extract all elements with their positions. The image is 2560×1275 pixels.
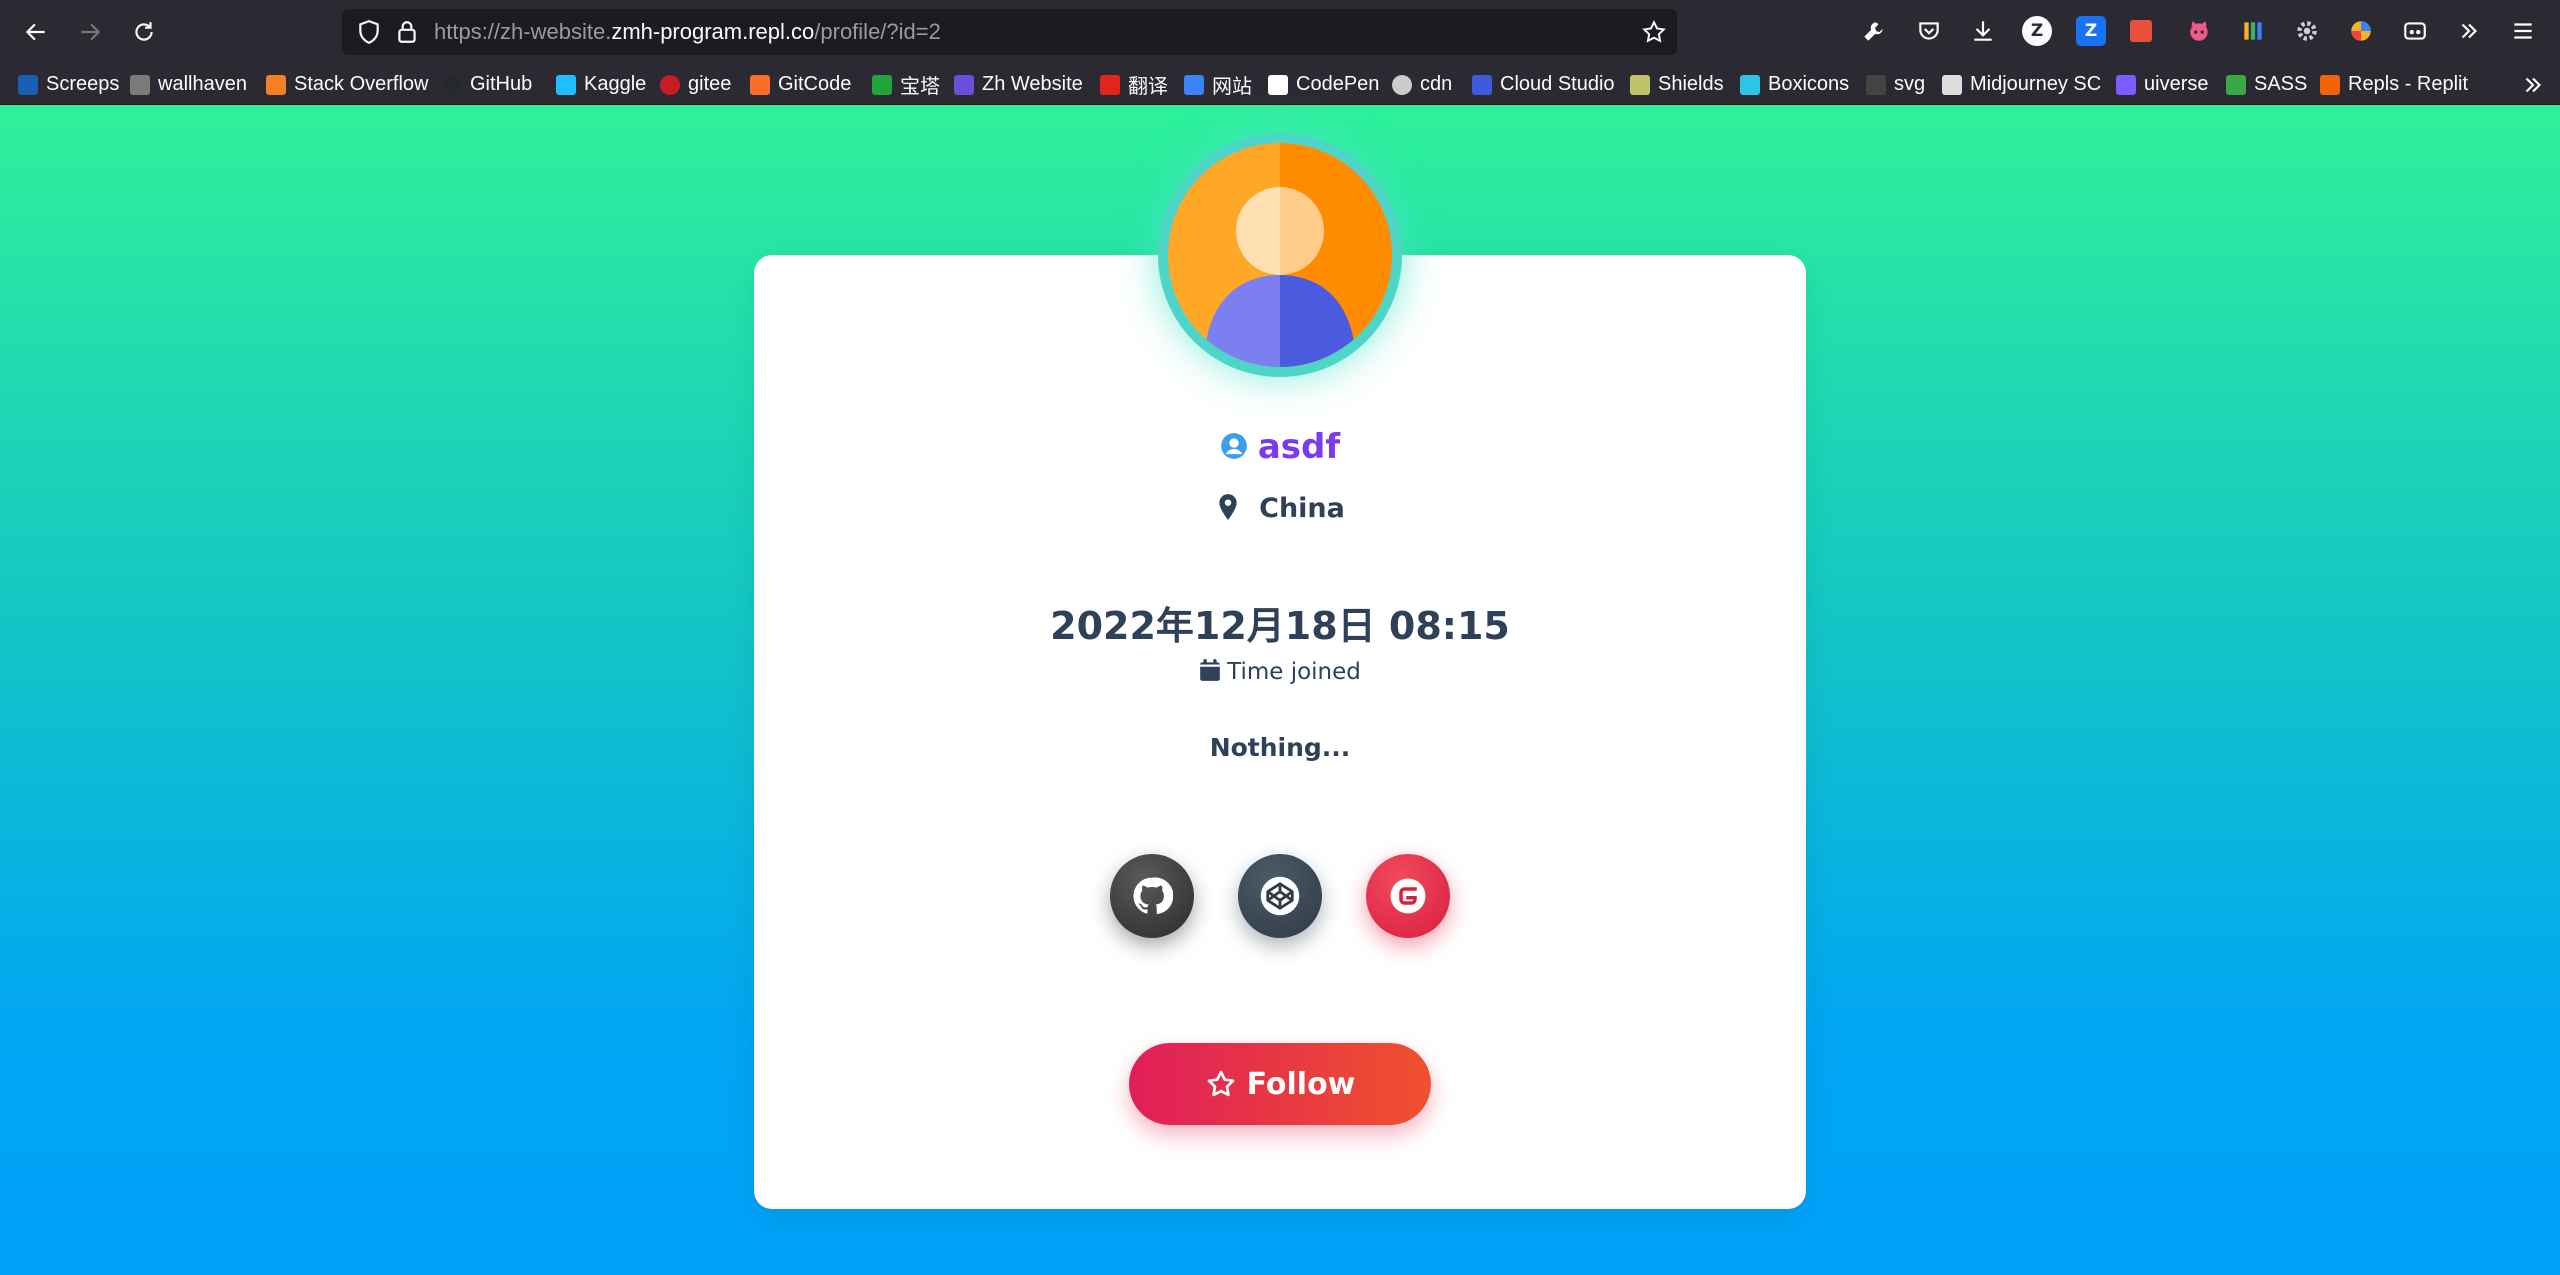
github-link[interactable] <box>1110 854 1194 938</box>
username: asdf <box>1257 427 1341 467</box>
codepen-link[interactable] <box>1238 854 1322 938</box>
midjourney-icon <box>1942 74 1962 95</box>
uiverse-icon <box>2116 74 2136 95</box>
bookmark-gitcode[interactable]: GitCode <box>750 64 851 104</box>
codepen-icon <box>1268 74 1288 95</box>
svg-icon <box>1866 74 1886 95</box>
back-arrow-icon <box>25 23 45 41</box>
zh-website-icon <box>954 74 974 95</box>
bookmark-translate[interactable]: 翻译 <box>1100 64 1168 104</box>
more-tools-icon[interactable] <box>2454 16 2484 46</box>
location: China <box>1259 493 1345 524</box>
bookmark-sass[interactable]: SASS <box>2226 64 2307 104</box>
library-icon[interactable] <box>2238 16 2268 46</box>
boxicons-icon <box>1740 74 1760 95</box>
github-icon <box>1133 877 1173 915</box>
zotero-icon[interactable]: Z <box>2022 16 2052 46</box>
calendar-icon <box>1199 658 1221 682</box>
replit-icon <box>2320 74 2340 95</box>
bookmark-baota[interactable]: 宝塔 <box>872 64 940 104</box>
star-icon <box>1207 1070 1234 1097</box>
bookmarks-overflow-icon[interactable] <box>2520 72 2546 98</box>
url-text[interactable]: https://zh-website.zmh-program.repl.co/p… <box>434 9 941 55</box>
wallhaven-icon <box>130 74 150 95</box>
bookmark-uiverse[interactable]: uiverse <box>2116 64 2208 104</box>
joined-label: Time joined <box>1227 659 1361 685</box>
codepen-icon <box>1260 876 1300 916</box>
joined-date: 2022年12月18日 08:15 <box>1050 604 1510 648</box>
follow-label: Follow <box>1246 1066 1356 1102</box>
browser-toolbar: https://zh-website.zmh-program.repl.co/p… <box>0 0 2560 64</box>
avatar <box>1158 133 1402 377</box>
location-row: China <box>754 493 1806 524</box>
page-background: asdf China 2022年12月18日 08:15 Time joined… <box>0 105 2560 1275</box>
bio: Nothing... <box>1209 733 1351 762</box>
sass-icon <box>2226 74 2246 95</box>
forward-button[interactable] <box>70 12 110 52</box>
baota-icon <box>872 74 892 95</box>
bookmark-gitee[interactable]: gitee <box>660 64 731 104</box>
reader-extension-icon[interactable] <box>2400 16 2430 46</box>
bookmark-cloud-studio[interactable]: Cloud Studio <box>1472 64 1615 104</box>
gitee-icon <box>660 74 680 95</box>
reload-button[interactable] <box>124 12 164 52</box>
kaggle-icon <box>556 74 576 95</box>
url-host: zmh-program.repl.co <box>611 19 815 44</box>
color-extension-icon[interactable] <box>2346 16 2376 46</box>
octocat-extension-icon[interactable] <box>2184 16 2214 46</box>
bookmark-star-icon[interactable] <box>1641 19 1667 45</box>
user-circle-icon <box>1220 432 1248 460</box>
screeps-icon <box>18 74 38 95</box>
download-icon[interactable] <box>1968 16 1998 46</box>
bookmark-cdn[interactable]: cdn <box>1392 64 1452 104</box>
url-prefix: https://zh-website. <box>434 19 612 44</box>
forward-arrow-icon <box>81 23 101 41</box>
bookmark-wallhaven[interactable]: wallhaven <box>130 64 247 104</box>
pocket-icon[interactable] <box>1914 16 1944 46</box>
translate-extension-icon[interactable] <box>2130 20 2152 42</box>
gitee-icon <box>1390 878 1426 914</box>
follow-button[interactable]: Follow <box>1129 1043 1431 1125</box>
wrench-icon[interactable] <box>1859 16 1889 46</box>
gitcode-icon <box>750 74 770 95</box>
menu-icon[interactable] <box>2508 16 2538 46</box>
github-icon <box>442 74 462 95</box>
bookmark-codepen[interactable]: CodePen <box>1268 64 1379 104</box>
default-user-avatar-icon <box>1168 143 1392 367</box>
stack-overflow-icon <box>266 74 286 95</box>
address-bar[interactable]: https://zh-website.zmh-program.repl.co/p… <box>342 9 1677 55</box>
cloud-studio-icon <box>1472 74 1492 95</box>
bookmark-websites[interactable]: 网站 <box>1184 64 1252 104</box>
joined-label-row: Time joined <box>754 658 1806 685</box>
bookmark-github[interactable]: GitHub <box>442 64 532 104</box>
bookmark-replit[interactable]: Repls - Replit <box>2320 64 2468 104</box>
shields-icon <box>1630 74 1650 95</box>
bookmark-kaggle[interactable]: Kaggle <box>556 64 646 104</box>
globe-icon <box>1392 74 1412 95</box>
cloud-icon <box>1184 74 1204 95</box>
bookmark-zh-website[interactable]: Zh Website <box>954 64 1083 104</box>
back-button[interactable] <box>16 12 56 52</box>
youdao-icon <box>1100 74 1120 95</box>
gitee-link[interactable] <box>1366 854 1450 938</box>
tracking-protection-shield-icon[interactable] <box>356 19 382 45</box>
bookmarks-bar: Screeps wallhaven Stack Overflow GitHub … <box>0 64 2560 105</box>
settings-extension-icon[interactable] <box>2292 16 2322 46</box>
zhihu-extension-icon[interactable]: Z <box>2076 16 2106 46</box>
url-path: /profile/?id=2 <box>814 19 941 44</box>
map-pin-icon <box>1215 493 1241 523</box>
bookmark-svg[interactable]: svg <box>1866 64 1925 104</box>
bookmark-stack-overflow[interactable]: Stack Overflow <box>266 64 428 104</box>
bookmark-boxicons[interactable]: Boxicons <box>1740 64 1849 104</box>
lock-icon[interactable] <box>394 19 420 45</box>
username-row: asdf <box>754 427 1806 467</box>
reload-icon <box>135 22 153 41</box>
bookmark-shields[interactable]: Shields <box>1630 64 1724 104</box>
bookmark-screeps[interactable]: Screeps <box>18 64 119 104</box>
bookmark-midjourney[interactable]: Midjourney SC <box>1942 64 2101 104</box>
